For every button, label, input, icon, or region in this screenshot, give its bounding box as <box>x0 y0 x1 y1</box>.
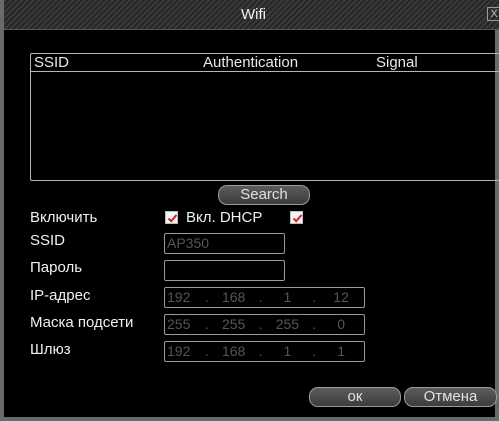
gateway-octet-3[interactable]: 1 <box>264 342 310 361</box>
ip-octet-3[interactable]: 1 <box>264 288 310 307</box>
wifi-dialog: Wifi X SSID Authentication Signal Search… <box>0 0 499 421</box>
title-bar: Wifi X <box>4 0 499 30</box>
ip-octet-2[interactable]: 168 <box>211 288 257 307</box>
dialog-title: Wifi <box>241 6 266 23</box>
subnet-mask-field[interactable]: 255 . 255 . 255 . 0 <box>164 314 365 335</box>
gateway-field[interactable]: 192 . 168 . 1 . 1 <box>164 341 365 362</box>
mask-octet-2[interactable]: 255 <box>211 315 257 334</box>
column-authentication[interactable]: Authentication <box>203 54 298 71</box>
close-icon[interactable]: X <box>487 7 499 21</box>
ssid-field[interactable]: AP350 <box>164 233 285 254</box>
password-label: Пароль <box>30 259 83 276</box>
column-ssid[interactable]: SSID <box>34 54 69 71</box>
mask-octet-4[interactable]: 0 <box>318 315 364 334</box>
mask-octet-3[interactable]: 255 <box>264 315 310 334</box>
ip-address-field[interactable]: 192 . 168 . 1 . 12 <box>164 287 365 308</box>
ip-label: IP-адрес <box>30 287 91 304</box>
check-icon <box>167 214 178 223</box>
wifi-network-list[interactable]: SSID Authentication Signal <box>30 53 499 181</box>
column-signal[interactable]: Signal <box>376 54 418 71</box>
gateway-octet-2[interactable]: 168 <box>211 342 257 361</box>
cancel-button[interactable]: Отмена <box>404 387 497 407</box>
ip-octet-4[interactable]: 12 <box>318 288 364 307</box>
enable-label: Включить <box>30 209 98 226</box>
check-icon <box>292 214 303 223</box>
gateway-octet-4[interactable]: 1 <box>318 342 364 361</box>
mask-label: Маска подсети <box>30 314 134 331</box>
search-button[interactable]: Search <box>218 185 310 205</box>
mask-octet-1[interactable]: 255 <box>167 315 203 334</box>
ssid-label: SSID <box>30 232 66 249</box>
dhcp-label: Вкл. DHCP <box>186 209 263 226</box>
list-header: SSID Authentication Signal <box>31 54 499 72</box>
ok-button[interactable]: ок <box>309 387 401 407</box>
gateway-label: Шлюз <box>30 341 71 358</box>
gateway-octet-1[interactable]: 192 <box>167 342 203 361</box>
dhcp-checkbox[interactable] <box>290 211 303 224</box>
enable-checkbox[interactable] <box>165 211 178 224</box>
ip-octet-1[interactable]: 192 <box>167 288 203 307</box>
password-field[interactable] <box>164 260 285 281</box>
